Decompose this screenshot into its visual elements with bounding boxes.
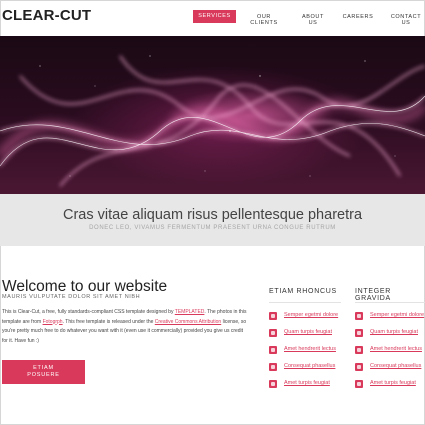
column-title: INTEGER GRAVIDA bbox=[355, 288, 392, 302]
main-nav: SERVICES OUR CLIENTS ABOUT US CAREERS CO… bbox=[0, 10, 425, 30]
nav-item-about-us[interactable]: ABOUT US bbox=[300, 14, 326, 26]
list-item[interactable]: Consequat phasellus bbox=[269, 362, 341, 379]
body-text: This is Clear-Cut, a free, fully standar… bbox=[2, 309, 175, 315]
header: CLEAR-CUT SERVICES OUR CLIENTS ABOUT US … bbox=[0, 0, 425, 36]
list-item[interactable]: Consequat phasellus bbox=[355, 362, 425, 379]
bullet-icon bbox=[355, 312, 363, 320]
tagline-subtitle: DONEC LEO, VIVAMUS FERMENTUM PRAESENT UR… bbox=[89, 225, 336, 231]
bullet-icon bbox=[355, 346, 363, 354]
list-item[interactable]: Amet hendrerit lectus bbox=[355, 345, 425, 362]
nav-item-our-clients[interactable]: OUR CLIENTS bbox=[250, 14, 278, 26]
fotogrph-link[interactable]: Fotogrph bbox=[43, 319, 63, 325]
list-item[interactable]: Quam turpis feugiat bbox=[355, 328, 425, 345]
bullet-icon bbox=[355, 380, 363, 388]
list-item[interactable]: Amet hendrerit lectus bbox=[269, 345, 341, 362]
tagline-band: Cras vitae aliquam risus pellentesque ph… bbox=[0, 194, 425, 246]
list-item[interactable]: Amet turpis feugiat bbox=[269, 379, 341, 396]
list-item[interactable]: Semper egetmi dolore bbox=[355, 311, 425, 328]
list-link[interactable]: Amet hendrerit lectus bbox=[370, 346, 422, 352]
bullet-icon bbox=[269, 329, 277, 337]
body-text: . This free template is released under t… bbox=[62, 318, 155, 325]
bullet-icon bbox=[355, 329, 363, 337]
bullet-icon bbox=[269, 363, 277, 371]
list-link[interactable]: Amet turpis feugiat bbox=[284, 380, 330, 386]
bullet-icon bbox=[269, 380, 277, 388]
divider bbox=[355, 302, 425, 303]
list-link[interactable]: Semper egetmi dolore bbox=[284, 312, 338, 318]
light-streaks-graphic bbox=[0, 55, 425, 187]
links-column-1: ETIAM RHONCUS Semper egetmi dolore Quam … bbox=[269, 288, 341, 396]
tagline-title: Cras vitae aliquam risus pellentesque ph… bbox=[62, 207, 363, 223]
list-link[interactable]: Semper egetmi dolore bbox=[370, 312, 424, 318]
bullet-icon bbox=[355, 363, 363, 371]
list-link[interactable]: Amet turpis feugiat bbox=[370, 380, 416, 386]
etiam-posuere-button[interactable]: ETIAM POSUERE bbox=[2, 360, 85, 384]
nav-item-careers[interactable]: CAREERS bbox=[340, 14, 376, 20]
nav-item-services[interactable]: SERVICES bbox=[193, 10, 236, 23]
links-column-2: INTEGER GRAVIDA Semper egetmi dolore Qua… bbox=[355, 288, 425, 396]
bullet-icon bbox=[269, 346, 277, 354]
hero-banner-image bbox=[0, 36, 425, 194]
list-link[interactable]: Consequat phasellus bbox=[284, 363, 335, 369]
list-link[interactable]: Consequat phasellus bbox=[370, 363, 421, 369]
welcome-subtitle: MAURIS VULPUTATE DOLOR SIT AMET NIBH bbox=[2, 294, 141, 300]
list-link[interactable]: Amet hendrerit lectus bbox=[284, 346, 336, 352]
list-link[interactable]: Quam turpis feugiat bbox=[284, 329, 332, 335]
divider bbox=[269, 302, 341, 303]
list-item[interactable]: Quam turpis feugiat bbox=[269, 328, 341, 345]
templated-link[interactable]: TEMPLATED bbox=[175, 309, 205, 315]
welcome-body-text: This is Clear-Cut, a free, fully standar… bbox=[2, 308, 247, 346]
bullet-icon bbox=[269, 312, 277, 320]
list-link[interactable]: Quam turpis feugiat bbox=[370, 329, 418, 335]
list-item[interactable]: Amet turpis feugiat bbox=[355, 379, 425, 396]
creative-commons-link[interactable]: Creative Commons Attribution bbox=[155, 319, 221, 325]
list-item[interactable]: Semper egetmi dolore bbox=[269, 311, 341, 328]
nav-item-contact-us[interactable]: CONTACT US bbox=[390, 14, 422, 26]
column-title: ETIAM RHONCUS bbox=[269, 288, 337, 295]
cta-label: ETIAM POSUERE bbox=[27, 365, 60, 378]
